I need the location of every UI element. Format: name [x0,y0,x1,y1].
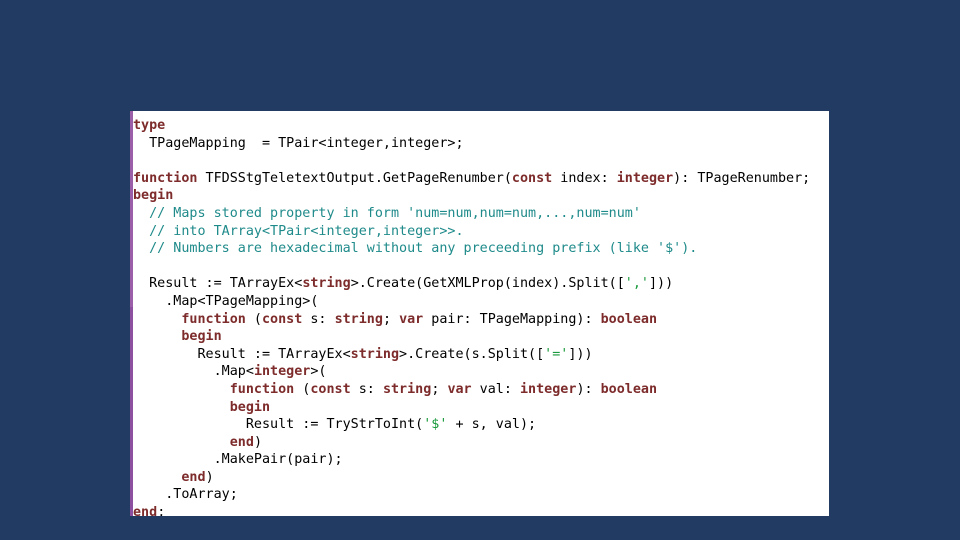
code-token-id: ): TPageRenumber; [673,170,811,186]
code-line[interactable]: end) [133,434,829,452]
code-token-kw: begin [229,399,271,415]
code-token-kw: integer [520,381,577,397]
code-line[interactable]: end; [133,504,829,516]
code-token-id: .MakePair(pair); [133,452,343,468]
code-line[interactable]: // Numbers are hexadecimal without any p… [133,240,829,258]
code-token-id: >.Create(s.Split([ [399,346,545,362]
code-token-kw: var [447,381,472,397]
code-token-id: .ToArray; [133,487,238,503]
code-line[interactable]: type [133,117,829,135]
code-line[interactable]: TPageMapping = TPair<integer,integer>; [133,135,829,153]
code-line[interactable] [133,258,829,276]
code-token-id: >.Create(GetXMLProp(index).Split([ [350,276,625,292]
code-line[interactable]: begin [133,328,829,346]
code-token-cmt: // Maps stored property in form 'num=num… [133,205,641,221]
code-token-cmt: // Numbers are hexadecimal without any p… [133,241,698,257]
code-token-kw: function [181,311,246,327]
code-token-id [133,470,181,485]
code-line[interactable]: begin [133,399,829,417]
code-token-id [133,435,230,450]
code-token-kw: begin [133,188,174,204]
code-token-str: ',' [624,276,649,292]
code-line[interactable]: Result := TryStrToInt('$' + s, val); [133,416,829,434]
code-token-kw: end [133,505,158,516]
code-token-cmt: // into TArray<TPair<integer,integer>>. [133,223,464,239]
code-line[interactable]: Result := TArrayEx<string>.Create(GetXML… [133,275,829,293]
screenshot-root: type TPageMapping = TPair<integer,intege… [0,0,960,540]
code-token-id: Result := TryStrToInt( [133,417,424,433]
code-token-kw: end [229,434,254,450]
code-token-id [133,329,181,344]
code-line[interactable] [133,152,829,170]
code-line[interactable]: function (const s: string; var val: inte… [133,381,829,399]
code-token-id: index: [552,170,617,186]
code-line[interactable]: .ToArray; [133,486,829,504]
code-token-kw: string [302,276,351,292]
code-token-kw: type [133,118,166,133]
code-token-id: ])) [568,346,593,362]
code-token-kw: function [133,170,198,186]
code-token-id: ])) [648,276,674,292]
code-token-kw: end [181,469,206,485]
code-token-kw: const [262,311,303,327]
code-token-kw: string [334,311,383,327]
code-token-id: Result := TArrayEx< [133,346,351,362]
code-token-id: val: [471,381,520,397]
code-token-id: s: [350,381,383,397]
code-line[interactable]: function (const s: string; var pair: TPa… [133,311,829,329]
code-token-id: ): [576,381,601,397]
code-token-id: ( [294,381,311,397]
code-line[interactable]: .Map<TPageMapping>( [133,293,829,311]
code-token-kw: integer [253,364,311,380]
code-token-kw: begin [181,329,222,345]
code-token-kw: boolean [600,311,658,327]
code-line[interactable]: .MakePair(pair); [133,451,829,469]
code-token-id: .Map< [133,364,254,380]
code-line[interactable]: function TFDSStgTeletextOutput.GetPageRe… [133,170,829,188]
code-token-kw: string [382,381,432,397]
code-token-id: ; [431,381,448,397]
code-token-id: pair: TPageMapping): [423,311,601,327]
code-line[interactable]: end) [133,469,829,487]
code-token-kw: string [350,346,400,362]
code-token-kw: integer [616,170,674,186]
code-token-str: '$' [423,417,448,433]
code-token-id: ( [245,311,262,327]
code-token-id: ) [253,434,262,450]
code-token-id: .Map<TPageMapping>( [133,293,319,309]
code-token-kw: const [310,381,351,397]
code-token-kw: boolean [600,381,658,397]
code-token-id: ; [382,311,400,327]
code-text-surface[interactable]: type TPageMapping = TPair<integer,intege… [133,111,829,516]
code-line[interactable]: // into TArray<TPair<integer,integer>>. [133,223,829,241]
code-token-id [133,382,230,397]
code-token-id [133,312,181,327]
code-token-str: '=' [544,346,569,362]
code-line[interactable]: Result := TArrayEx<string>.Create(s.Spli… [133,346,829,364]
code-editor-panel[interactable]: type TPageMapping = TPair<integer,intege… [130,111,829,516]
code-token-id: Result := TArrayEx< [133,276,303,292]
code-token-kw: var [399,311,424,327]
code-token-id: + s, val); [447,417,537,433]
code-token-id: ; [157,505,166,516]
code-line[interactable]: .Map<integer>( [133,363,829,381]
code-token-id: s: [302,311,335,327]
code-token-kw: const [511,170,553,186]
code-token-id [133,400,230,415]
code-token-id: >( [310,364,327,380]
code-token-id: TPageMapping = TPair<integer,integer>; [133,135,464,151]
code-line[interactable]: begin [133,187,829,205]
code-line[interactable]: // Maps stored property in form 'num=num… [133,205,829,223]
code-token-id: ) [205,469,214,485]
code-token-kw: function [229,381,295,397]
code-token-id: TFDSStgTeletextOutput.GetPageRenumber( [197,170,512,186]
